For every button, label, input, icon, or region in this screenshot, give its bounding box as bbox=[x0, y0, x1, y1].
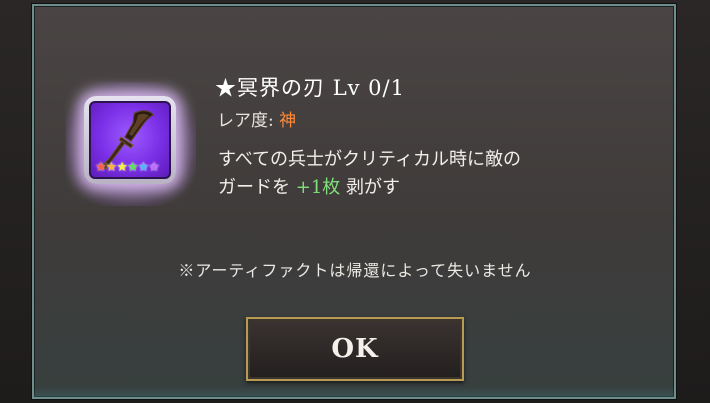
description-text: ガードを bbox=[218, 177, 290, 198]
rarity-star-icon: ★ bbox=[95, 160, 107, 175]
artifact-name: 冥界の刃 bbox=[237, 76, 325, 100]
artifact-title: ★冥界の刃 Lv 0/1 bbox=[215, 72, 405, 102]
description-line-2: ガードを +1枚 剥がす bbox=[218, 174, 521, 202]
rarity-label: レア度: bbox=[217, 111, 274, 131]
rarity-star-icon: ★ bbox=[105, 160, 118, 175]
rarity-row: レア度: 神 bbox=[217, 106, 296, 131]
description-highlight: +1枚 bbox=[295, 177, 341, 198]
artifact-level: Lv 0/1 bbox=[332, 76, 405, 100]
panel-bottom-edge bbox=[34, 387, 674, 397]
description-line-1: すべての兵士がクリティカル時に敵の bbox=[218, 149, 521, 170]
rarity-value: 神 bbox=[279, 111, 297, 131]
title-star-icon: ★ bbox=[215, 76, 237, 100]
rarity-star-icon: ★ bbox=[137, 160, 150, 175]
rarity-star-icon: ★ bbox=[148, 160, 160, 175]
description-text-end: 剥がす bbox=[346, 177, 401, 198]
rarity-star-icon: ★ bbox=[126, 160, 139, 175]
ok-button-label: OK bbox=[331, 334, 379, 364]
notice-text: ※アーティファクトは帰還によって失いません bbox=[178, 261, 532, 280]
ok-button[interactable]: OK bbox=[246, 317, 464, 381]
artifact-icon-frame: ★★★★★★ bbox=[84, 96, 176, 184]
artifact-icon-background: ★★★★★★ bbox=[89, 101, 171, 179]
rarity-star-icon: ★ bbox=[116, 160, 128, 175]
artifact-description: すべての兵士がクリティカル時に敵の ガードを +1枚 剥がす bbox=[218, 146, 521, 202]
rarity-stars: ★★★★★★ bbox=[95, 160, 160, 175]
